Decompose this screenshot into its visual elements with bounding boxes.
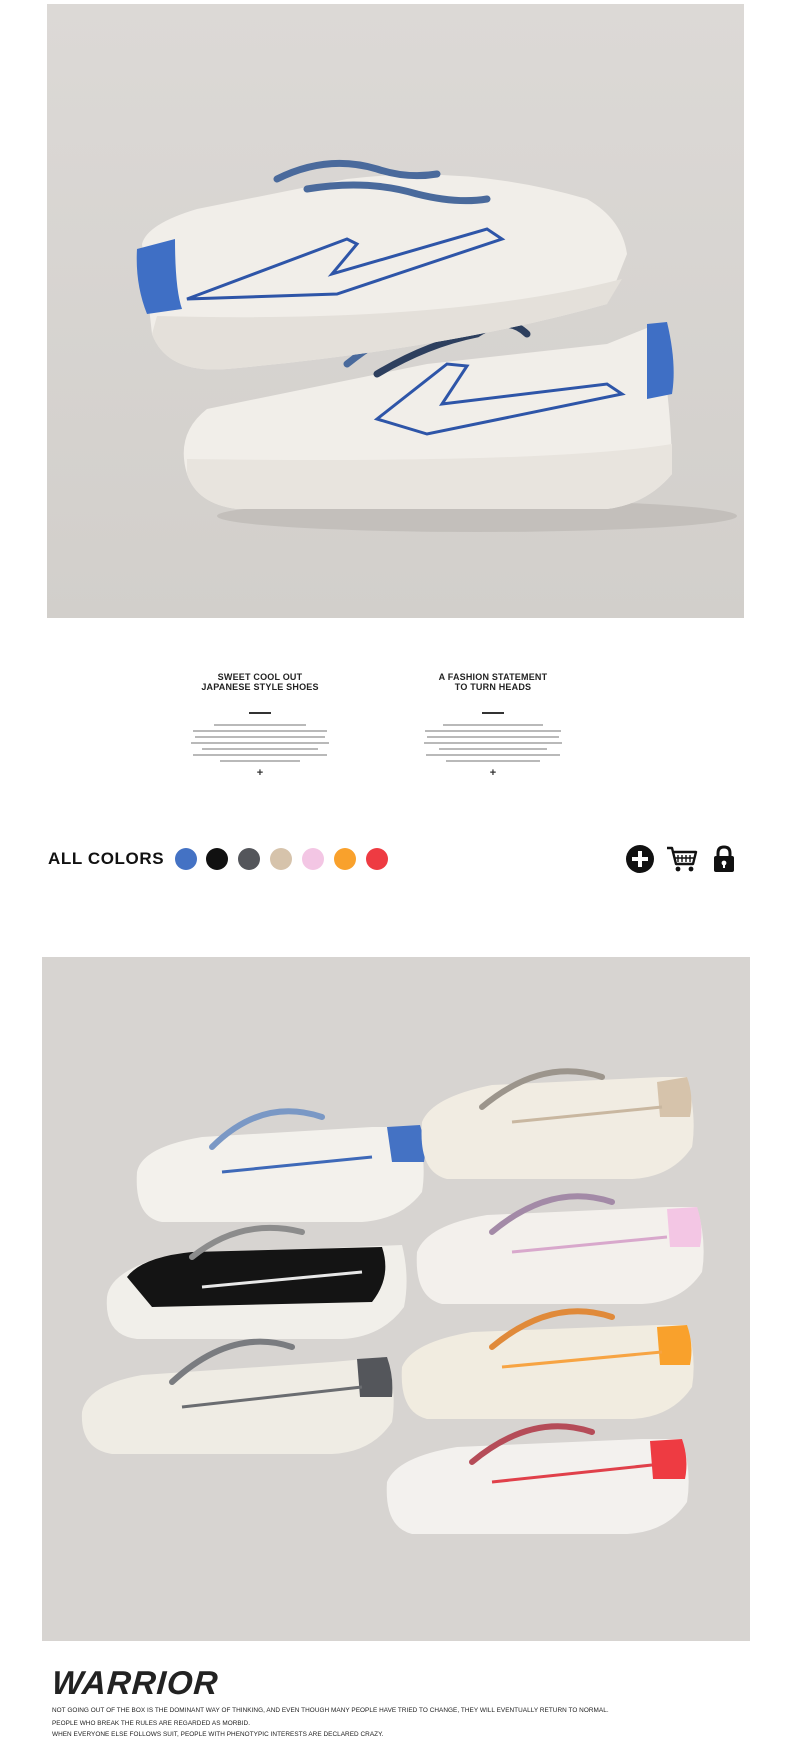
feature-body-text bbox=[418, 724, 568, 762]
brand-text-line3: WHEN EVERYONE ELSE FOLLOWS SUIT, PEOPLE … bbox=[52, 1731, 384, 1738]
color-swatch-dark-gray[interactable] bbox=[238, 848, 260, 870]
feature-title-line2: JAPANESE STYLE SHOES bbox=[201, 682, 319, 692]
all-colors-gallery-photo bbox=[42, 957, 750, 1641]
feature-title-line1: A FASHION STATEMENT bbox=[438, 672, 548, 682]
brand-title: WARRIOR bbox=[50, 1664, 220, 1701]
color-swatch-pink[interactable] bbox=[302, 848, 324, 870]
hero-sneakers-illustration bbox=[47, 4, 744, 618]
color-swatch-red[interactable] bbox=[366, 848, 388, 870]
brand-text-line2: PEOPLE WHO BREAK THE RULES ARE REGARDED … bbox=[52, 1720, 251, 1727]
plus-icon: + bbox=[489, 767, 497, 779]
color-swatch-orange[interactable] bbox=[334, 848, 356, 870]
brand-text-line1: NOT GOING OUT OF THE BOX IS THE DOMINANT… bbox=[52, 1707, 609, 1714]
feature-title-line1: SWEET COOL OUT bbox=[217, 672, 303, 682]
all-colors-label: ALL COLORS bbox=[48, 849, 165, 868]
feature-title: SWEET COOL OUT JAPANESE STYLE SHOES bbox=[185, 672, 335, 692]
lock-icon[interactable] bbox=[710, 843, 742, 875]
color-swatch-blue[interactable] bbox=[175, 848, 197, 870]
color-swatch-beige[interactable] bbox=[270, 848, 292, 870]
feature-body-text bbox=[185, 724, 335, 762]
feature-divider bbox=[482, 712, 504, 714]
hero-product-photo bbox=[47, 4, 744, 618]
feature-title: A FASHION STATEMENT TO TURN HEADS bbox=[418, 672, 568, 692]
gallery-sneakers-illustration bbox=[42, 957, 750, 1641]
feature-block-fashion: A FASHION STATEMENT TO TURN HEADS + bbox=[418, 672, 568, 779]
plus-icon: + bbox=[256, 767, 264, 779]
color-swatch-black[interactable] bbox=[206, 848, 228, 870]
add-icon[interactable] bbox=[624, 843, 656, 875]
feature-divider bbox=[249, 712, 271, 714]
feature-title-line2: TO TURN HEADS bbox=[454, 682, 532, 692]
feature-block-cool: SWEET COOL OUT JAPANESE STYLE SHOES + bbox=[185, 672, 335, 779]
cart-icon[interactable] bbox=[665, 843, 698, 875]
